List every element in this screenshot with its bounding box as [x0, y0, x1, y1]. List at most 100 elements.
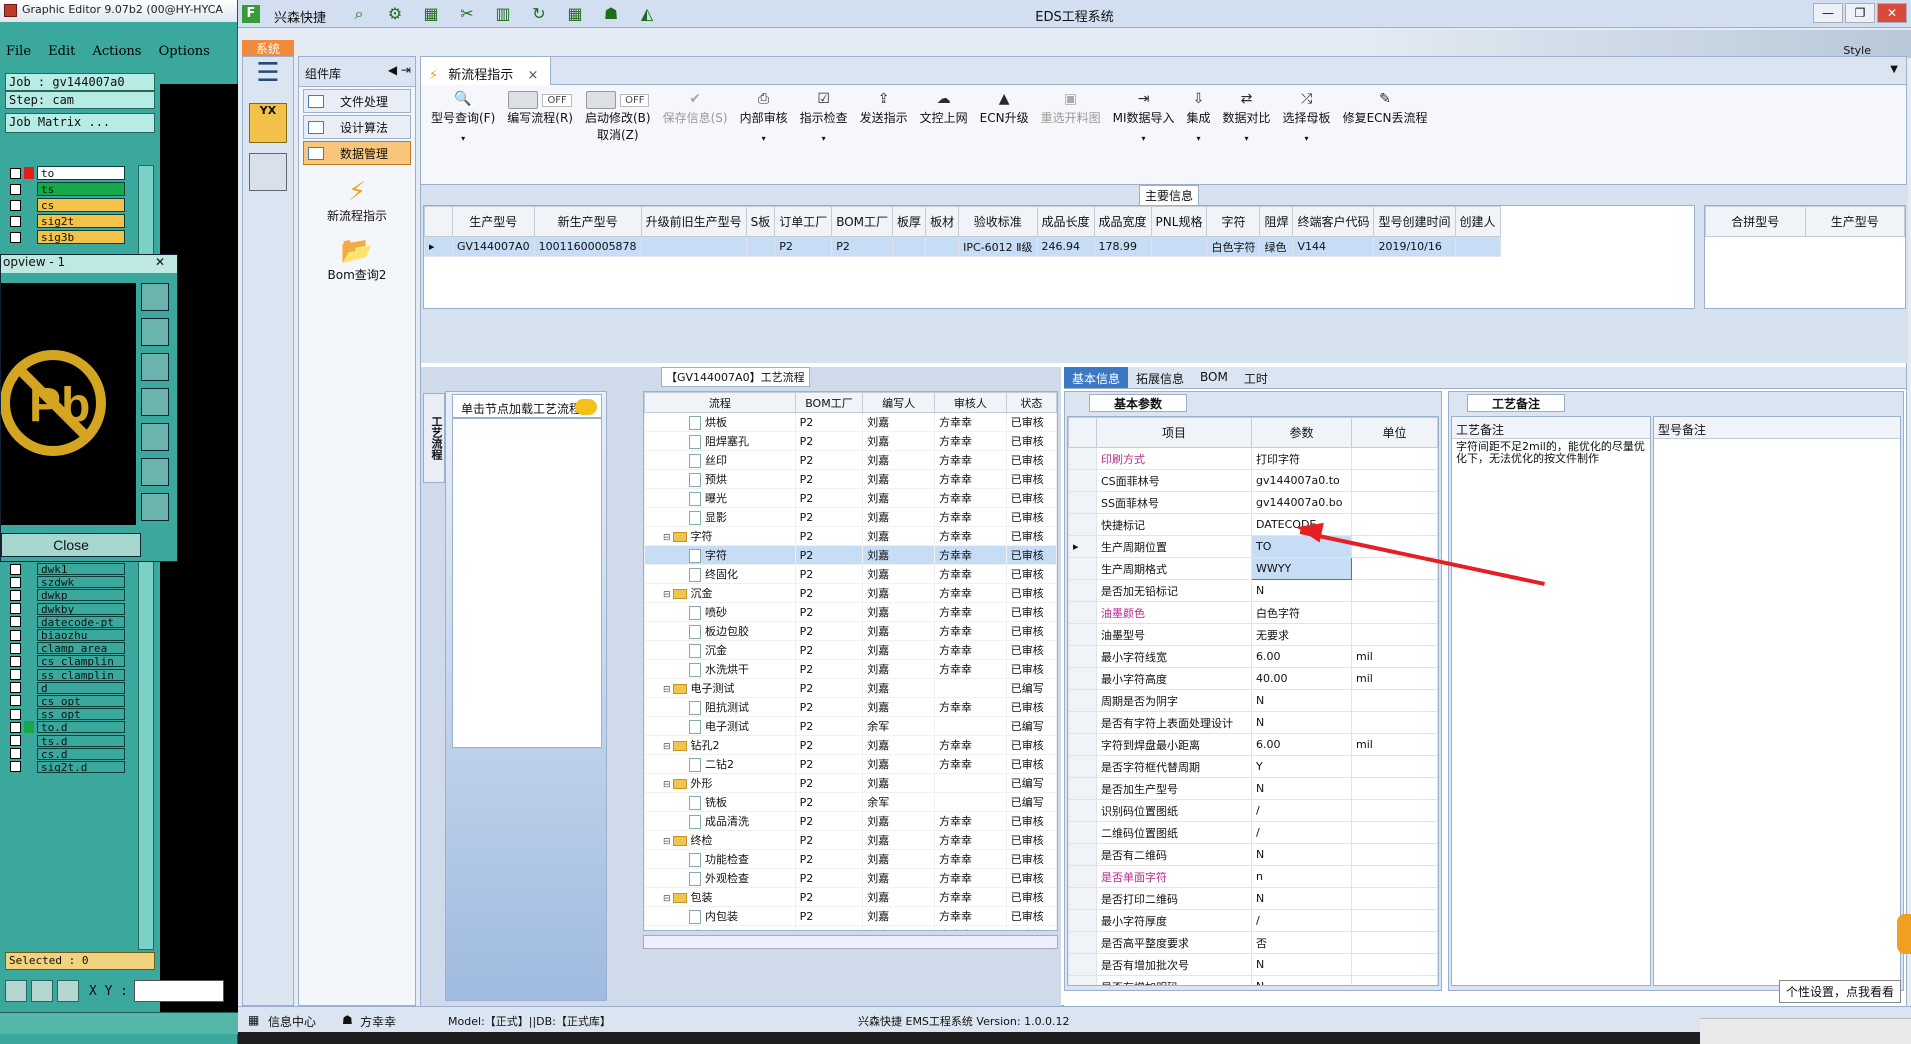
table-cell[interactable]: IPC-6012 Ⅱ级 — [958, 236, 1038, 257]
menu-actions[interactable]: Actions — [93, 44, 142, 59]
param-row[interactable]: 油墨型号 无要求 — [1068, 623, 1438, 646]
tree-node-cell[interactable]: 阻抗测试 — [644, 697, 796, 717]
ribbon-button[interactable]: ⇥ MI数据导入 ▾ — [1107, 85, 1181, 184]
tree-row[interactable]: 喷砂 P2 刘嘉 方幸幸 已审核 — [644, 602, 1057, 622]
column-header[interactable]: 参数 — [1251, 417, 1352, 448]
param-row[interactable]: SS面菲林号 gv144007a0.bo — [1068, 491, 1438, 514]
tree-node-cell[interactable]: 终固化 — [644, 564, 796, 584]
layer-checkbox[interactable] — [10, 708, 21, 720]
param-row[interactable]: 是否单面字符 n — [1068, 865, 1438, 888]
hamburger-menu-icon[interactable]: ☰ — [243, 57, 293, 93]
layer-checkbox[interactable] — [10, 183, 21, 195]
table-cell[interactable]: 178.99 — [1093, 236, 1152, 257]
layer-row[interactable]: ts — [5, 181, 125, 197]
layer-checkbox[interactable] — [10, 167, 21, 179]
layer-row[interactable]: datecode-pt — [5, 615, 125, 628]
tree-row[interactable]: 铣板 P2 余军 已编写 — [644, 792, 1057, 812]
table-cell[interactable]: GV144007A0 — [452, 236, 535, 257]
tree-row[interactable]: ⊟ 终检 P2 刘嘉 方幸幸 已审核 — [644, 830, 1057, 850]
table-cell[interactable] — [1150, 236, 1208, 257]
tree-node-cell[interactable]: 阻焊塞孔 — [644, 431, 796, 451]
layer-row[interactable]: clamp_area — [5, 642, 125, 655]
param-value[interactable]: N — [1251, 953, 1352, 976]
column-header[interactable]: 成品长度 — [1036, 206, 1095, 237]
tree-node-cell[interactable]: 水洗烘干 — [644, 659, 796, 679]
maximize-icon[interactable]: ❐ — [1845, 3, 1875, 23]
param-row[interactable]: 是否高平整度要求否 — [1068, 931, 1438, 954]
menu-options[interactable]: Options — [159, 44, 210, 59]
layer-row[interactable]: cs — [5, 197, 125, 213]
ribbon-button[interactable]: ⇩ 集成 ▾ — [1181, 85, 1217, 184]
column-header[interactable]: BOM工厂 — [831, 206, 894, 237]
tree-node-cell[interactable]: 电子测试 — [644, 716, 796, 736]
column-header[interactable]: 字符 — [1206, 206, 1261, 237]
ribbon-button[interactable]: ✔ 保存信息(S) — [657, 85, 734, 184]
tree-row[interactable]: 阻抗测试 P2 刘嘉 方幸幸 已审核 — [644, 697, 1057, 717]
tree-row[interactable]: 电子测试 P2 余军 已编写 — [644, 716, 1057, 736]
param-row[interactable]: 最小字符线宽 6.00 mil — [1068, 645, 1438, 668]
tree-node-cell[interactable]: 成品清洗 — [644, 811, 796, 831]
job-matrix-button[interactable]: Job Matrix ... — [5, 113, 155, 133]
layer-checkbox[interactable] — [10, 231, 21, 243]
table-cell[interactable]: 绿色 — [1259, 236, 1294, 257]
ribbon-button[interactable]: 🔍 型号查询(F) ▾ — [425, 85, 501, 184]
tab-work-hours[interactable]: 工时 — [1236, 367, 1276, 388]
param-value[interactable]: / — [1251, 821, 1352, 844]
layer-checkbox[interactable] — [10, 695, 21, 707]
ribbon-button[interactable]: ⇄ 数据对比 ▾ — [1217, 85, 1277, 184]
menu-edit[interactable]: Edit — [48, 44, 75, 59]
chevron-down-icon[interactable]: ▾ — [800, 134, 848, 143]
column-header[interactable]: 终端客户代码 — [1292, 206, 1375, 237]
view-top-icon[interactable] — [141, 318, 169, 346]
layer-checkbox[interactable] — [10, 721, 21, 733]
tree-row[interactable]: 水洗烘干 P2 刘嘉 方幸幸 已审核 — [644, 659, 1057, 679]
param-value[interactable]: 40.00 — [1251, 667, 1352, 690]
tree-row[interactable]: 丝印 P2 刘嘉 方幸幸 已审核 — [644, 450, 1057, 470]
param-row[interactable]: 是否打印二维码 N — [1068, 887, 1438, 910]
xy-input[interactable] — [134, 980, 225, 1002]
column-header[interactable]: 项目 — [1096, 417, 1252, 448]
tree-node-cell[interactable]: ⊟ 沉金 — [644, 583, 796, 603]
column-header[interactable]: 流程 — [644, 392, 796, 413]
column-header[interactable]: 状态 — [1005, 392, 1057, 413]
column-header[interactable]: 板材 — [925, 206, 960, 237]
table-cell[interactable] — [640, 236, 747, 257]
process-tree-hscrollbar[interactable] — [643, 935, 1058, 949]
layer-checkbox[interactable] — [10, 563, 21, 575]
measure-icon[interactable] — [31, 980, 53, 1002]
layer-checkbox[interactable] — [10, 629, 21, 641]
table-cell[interactable]: P2 — [774, 236, 833, 257]
tab-bom[interactable]: BOM — [1192, 367, 1236, 388]
layer-row[interactable]: to.d — [5, 721, 125, 734]
layer-row[interactable]: to — [5, 165, 125, 181]
layer-row[interactable]: cs_opt — [5, 694, 125, 707]
tree-row[interactable]: 内包装 P2 刘嘉 方幸幸 已审核 — [644, 906, 1057, 926]
tree-row[interactable]: 外观检查 P2 刘嘉 方幸幸 已审核 — [644, 868, 1057, 888]
layer-row[interactable]: sig2t.d — [5, 760, 125, 773]
tree-row[interactable]: 曝光 P2 刘嘉 方幸幸 已审核 — [644, 488, 1057, 508]
layer-checkbox[interactable] — [10, 669, 21, 681]
param-row[interactable]: 油墨颜色 白色字符 — [1068, 601, 1438, 624]
param-value[interactable]: N — [1251, 975, 1352, 985]
layer-row[interactable]: cs_clamplin — [5, 655, 125, 668]
layer-checkbox[interactable] — [10, 748, 21, 760]
lib-item-design-algorithm[interactable]: 设计算法 — [303, 115, 411, 139]
table-row[interactable]: ▸ GV144007A0 10011600005878 P2 P2 IPC-6012 Ⅱ级… — [424, 236, 1501, 257]
table-cell[interactable]: V144 — [1292, 236, 1375, 257]
layer-row[interactable]: ts.d — [5, 734, 125, 747]
tree-node-cell[interactable]: ⊟ 终检 — [644, 830, 796, 850]
tree-row[interactable]: 烘板 P2 刘嘉 方幸幸 已审核 — [644, 412, 1057, 432]
tree-node-cell[interactable]: 烘板 — [644, 412, 796, 432]
param-value[interactable]: N — [1251, 689, 1352, 712]
tree-row[interactable]: 预烘 P2 刘嘉 方幸幸 已审核 — [644, 469, 1057, 489]
tree-node-cell[interactable]: 字符 — [644, 545, 796, 565]
chevron-down-icon[interactable]: ▾ — [1113, 134, 1175, 143]
param-row[interactable]: 字符到焊盘最小距离 6.00 mil — [1068, 733, 1438, 756]
view-right-icon[interactable] — [141, 423, 169, 451]
param-row[interactable]: 是否有字符上表面处理设计 N — [1068, 711, 1438, 734]
ribbon-button[interactable]: OFF 编写流程(R) — [501, 85, 579, 184]
param-row[interactable]: 是否字符框代替周期 Y — [1068, 755, 1438, 778]
column-header[interactable]: PNL规格 — [1150, 206, 1208, 237]
param-row[interactable]: 识别码位置图纸 / — [1068, 799, 1438, 822]
param-row[interactable]: 是否加无铅标记 N — [1068, 579, 1438, 602]
